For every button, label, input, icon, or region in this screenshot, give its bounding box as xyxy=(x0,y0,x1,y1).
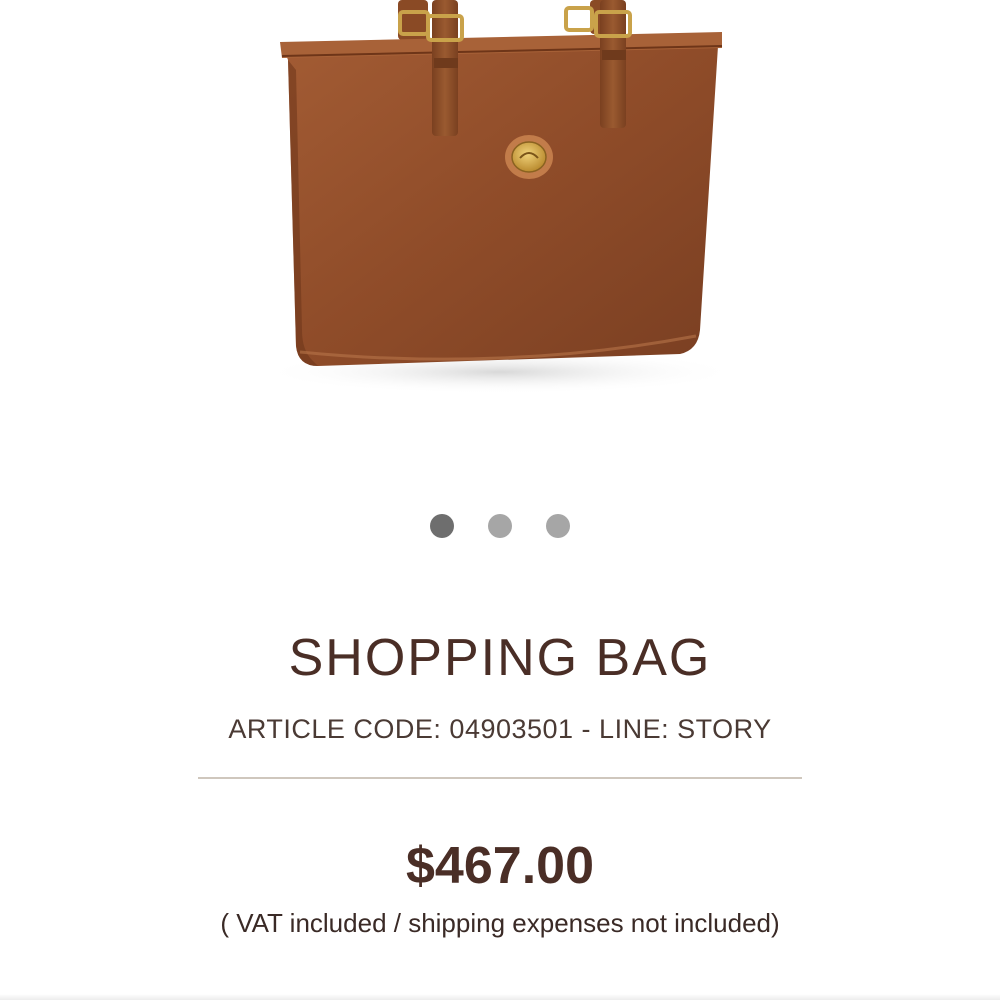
carousel-dot-2[interactable] xyxy=(488,514,512,538)
product-page: SHOPPING BAG ARTICLE CODE: 04903501 - LI… xyxy=(0,0,1000,1000)
price-note: ( VAT included / shipping expenses not i… xyxy=(220,908,780,938)
leather-tote-bag-icon xyxy=(260,0,740,394)
divider xyxy=(198,777,802,779)
product-title: SHOPPING BAG xyxy=(288,629,712,687)
carousel-dot-1[interactable] xyxy=(430,514,454,538)
product-price: $467.00 xyxy=(406,837,594,895)
bottom-edge xyxy=(0,994,1000,1000)
article-code: ARTICLE CODE: 04903501 - LINE: STORY xyxy=(228,714,772,744)
carousel-dot-3[interactable] xyxy=(546,514,570,538)
carousel-dots xyxy=(0,514,1000,538)
product-image[interactable] xyxy=(0,0,1000,470)
